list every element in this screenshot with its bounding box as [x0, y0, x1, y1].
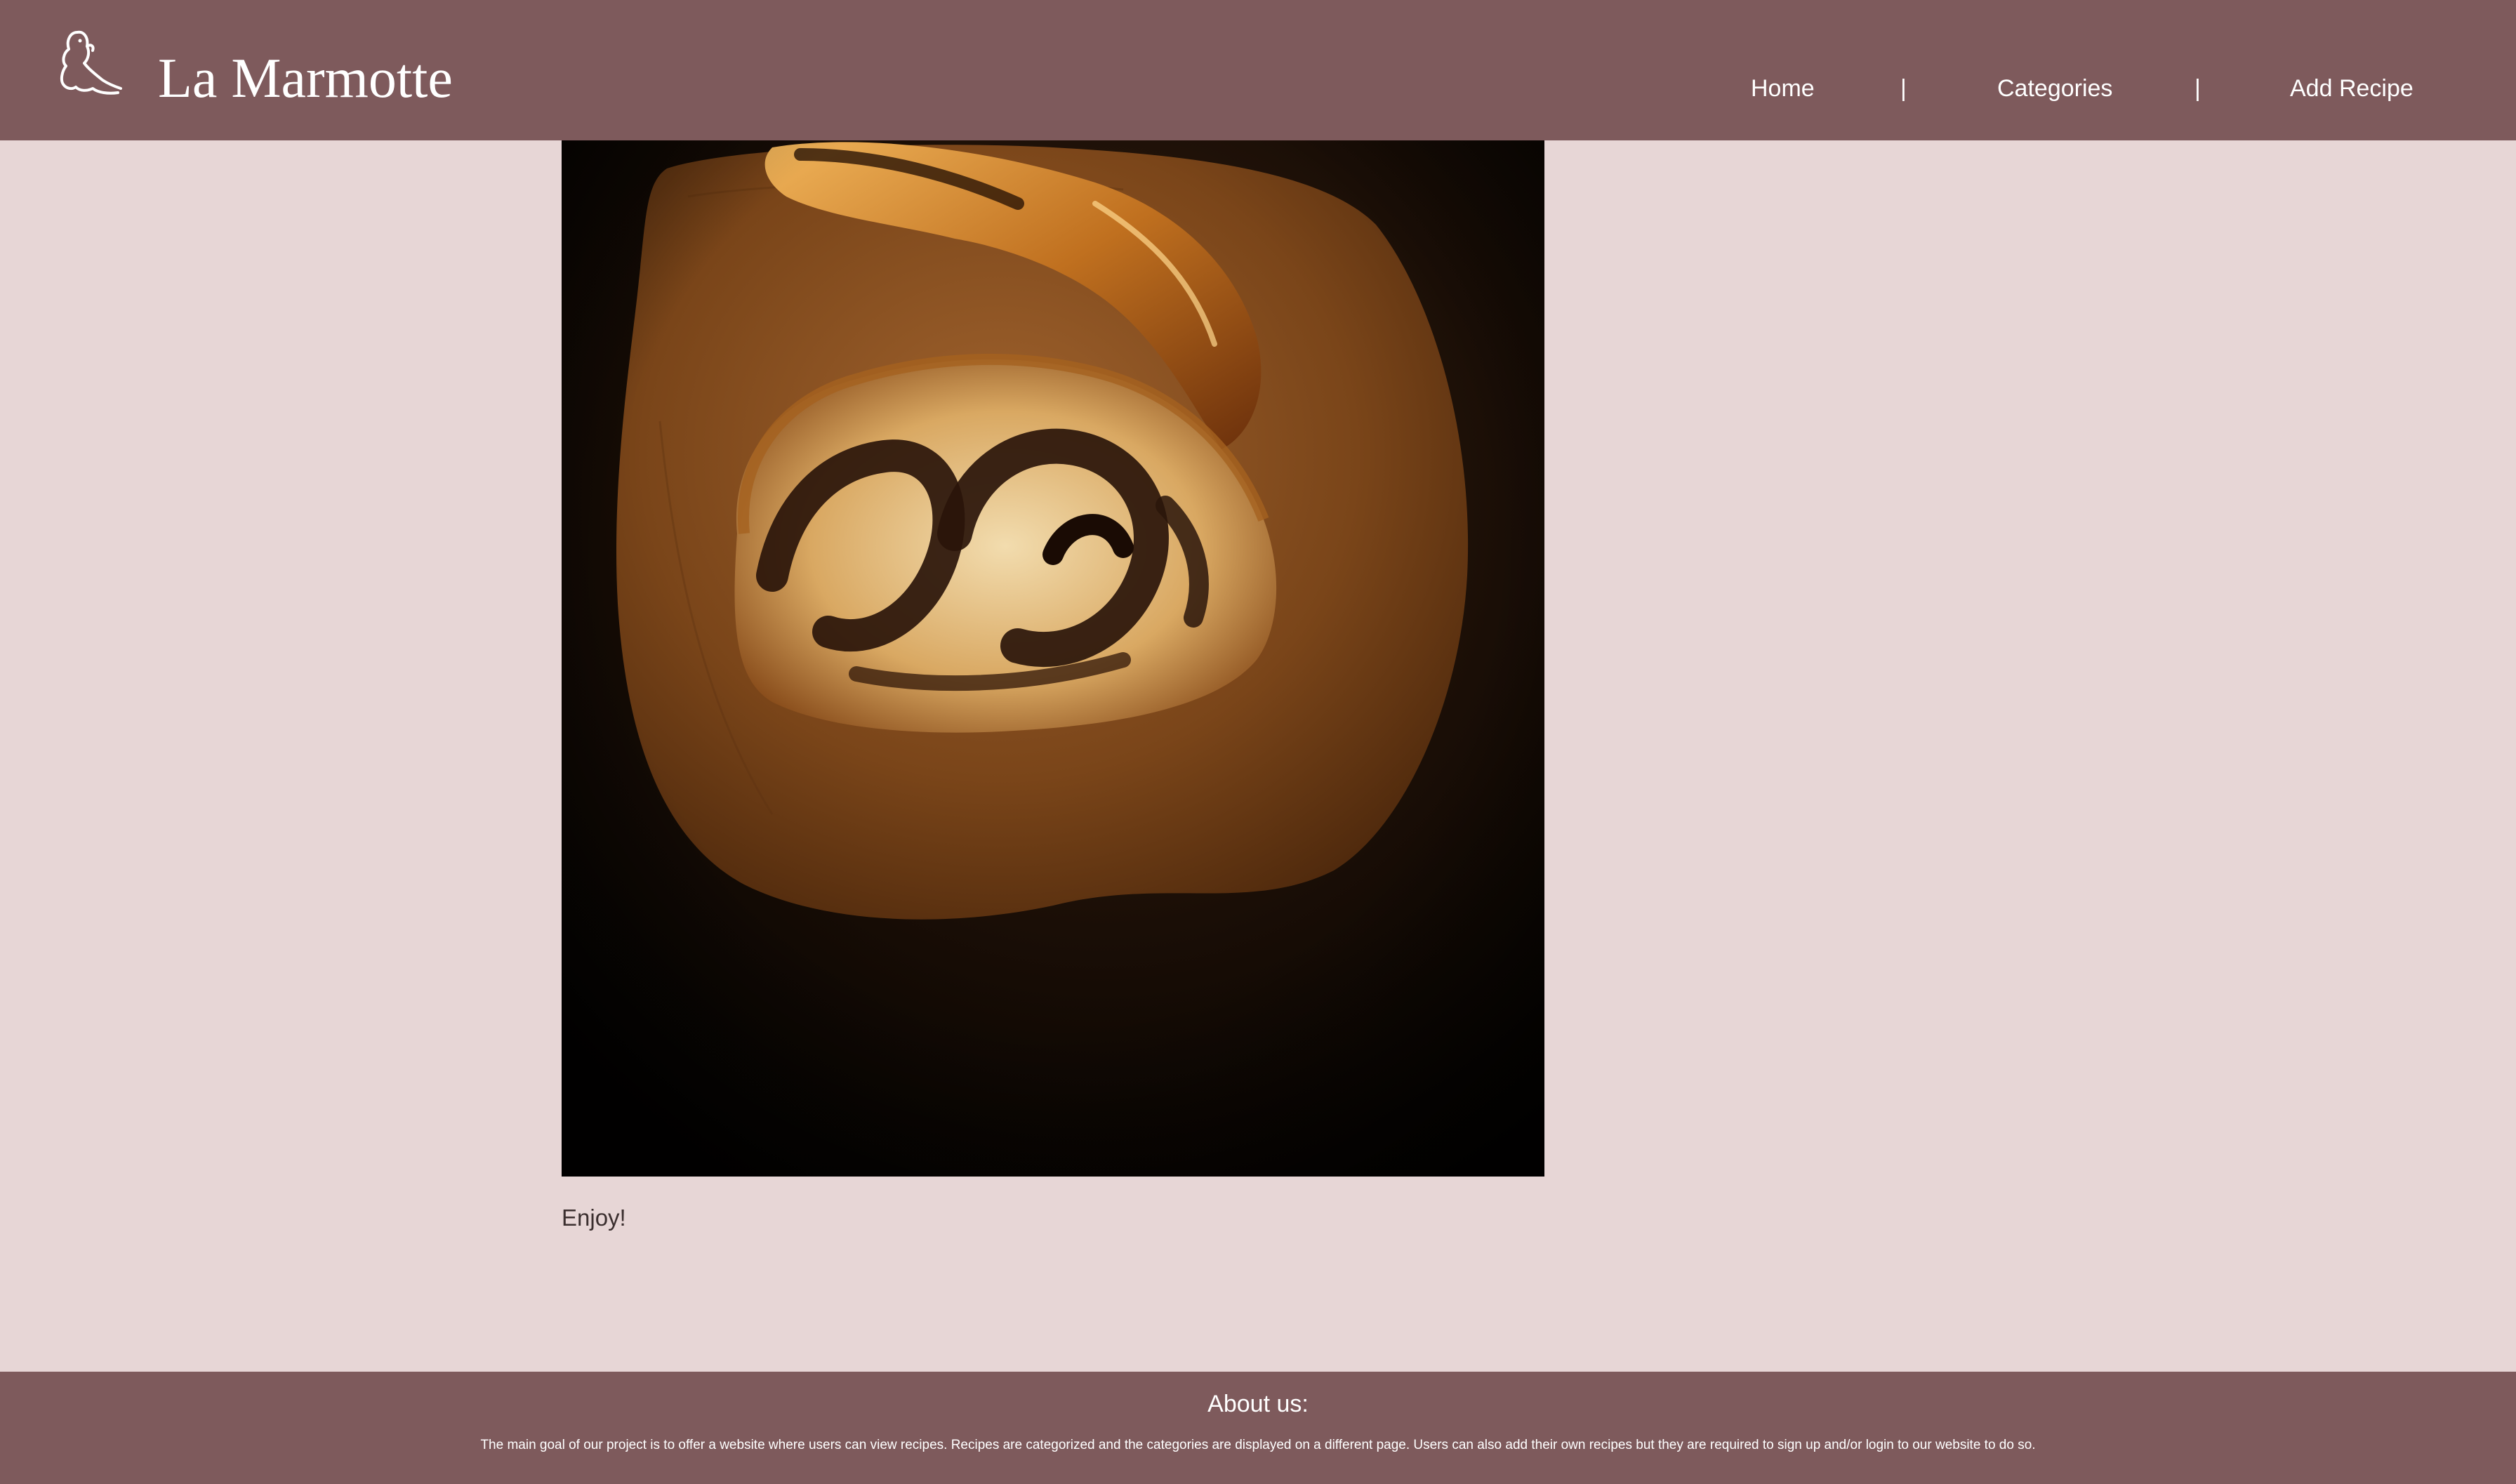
recipe-caption: Enjoy!: [562, 1205, 626, 1231]
marmot-logo-icon[interactable]: [56, 25, 126, 102]
footer-about-text: The main goal of our project is to offer…: [480, 1438, 2036, 1452]
nav-categories-link[interactable]: Categories: [1997, 74, 2112, 102]
nav-add-recipe-link[interactable]: Add Recipe: [2290, 74, 2414, 102]
site-footer: About us: The main goal of our project i…: [0, 1372, 2516, 1484]
babka-bread-photo: [562, 140, 1544, 1177]
site-brand[interactable]: La Marmotte: [158, 45, 453, 112]
recipe-page: La Marmotte Home | Categories | Add Reci…: [0, 0, 2516, 1484]
nav-separator: |: [2194, 75, 2201, 102]
nav-separator: |: [1900, 75, 1907, 102]
recipe-photo: [562, 140, 1544, 1177]
footer-about-title: About us:: [1207, 1391, 1309, 1417]
nav-home-link[interactable]: Home: [1751, 74, 1815, 102]
site-header: La Marmotte Home | Categories | Add Reci…: [0, 0, 2516, 140]
